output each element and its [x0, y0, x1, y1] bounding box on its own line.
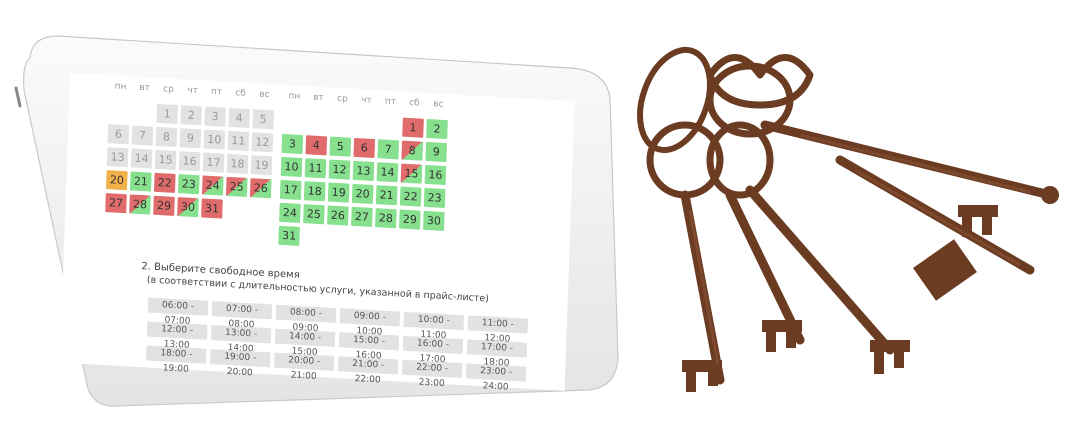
calendar-day[interactable]: 31 [278, 225, 300, 246]
calendar-day[interactable]: 17 [279, 179, 302, 200]
calendar-day[interactable]: 22 [153, 172, 176, 193]
weekday-label: пт [384, 96, 397, 108]
calendar-day[interactable]: 24 [279, 202, 301, 223]
time-slot-button[interactable]: 18:00 - 19:00 [146, 345, 207, 375]
calendar-day[interactable]: 8 [401, 140, 424, 161]
weekday-label: пн [114, 81, 127, 93]
time-slot-button[interactable]: 17:00 - 18:00 [466, 339, 528, 369]
time-slot-button[interactable]: 22:00 - 23:00 [401, 359, 463, 389]
weekday-label: вт [139, 82, 151, 94]
calendar-day[interactable]: 6 [353, 137, 376, 159]
calendar-day[interactable]: 12 [328, 159, 351, 180]
calendar-day[interactable]: 24 [201, 175, 224, 196]
calendar-day[interactable]: 29 [153, 195, 175, 216]
calendar-day[interactable]: 3 [281, 133, 304, 155]
weekday-label: вс [259, 89, 270, 101]
keys-image [637, 46, 1059, 392]
calendar-day: 14 [130, 148, 153, 169]
time-slot-button[interactable]: 23:00 - 24:00 [465, 363, 527, 393]
time-slot-button[interactable]: 21:00 - 22:00 [337, 356, 399, 386]
time-slot-button[interactable]: 07:00 - 08:00 [211, 301, 273, 330]
time-slot-button[interactable]: 14:00 - 15:00 [274, 328, 336, 358]
time-slot-button[interactable]: 11:00 - 12:00 [467, 315, 529, 345]
calendar-day[interactable]: 23 [177, 174, 200, 195]
calendar-day: 5 [252, 109, 274, 130]
calendar-day[interactable]: 19 [327, 182, 350, 203]
calendar-day[interactable]: 4 [305, 135, 328, 156]
calendar-day: 18 [226, 153, 249, 174]
time-slot-button[interactable]: 15:00 - 16:00 [338, 332, 400, 362]
calendar-day[interactable]: 30 [177, 197, 199, 218]
calendar-day: 11 [227, 130, 250, 152]
calendar-day[interactable]: 26 [249, 178, 272, 199]
calendar-day[interactable]: 20 [105, 170, 128, 191]
calendar-day: 2 [180, 105, 203, 126]
time-slot-button[interactable]: 16:00 - 17:00 [402, 335, 464, 365]
calendar-day[interactable]: 16 [424, 164, 447, 186]
calendar-day[interactable]: 1 [402, 117, 424, 138]
calendar-day[interactable]: 13 [352, 160, 375, 182]
calendar-day: 1 [156, 103, 179, 125]
weekday-label: чт [360, 95, 372, 106]
weekday-label: ср [163, 84, 175, 95]
weekday-label: чт [187, 85, 198, 97]
calendar-day: 15 [154, 149, 177, 170]
weekday-label: ср [336, 93, 348, 105]
calendar-day[interactable]: 27 [105, 193, 127, 214]
time-slot-button[interactable]: 09:00 - 10:00 [339, 308, 401, 338]
calendar-day[interactable]: 14 [376, 162, 399, 183]
calendar-day[interactable]: 27 [351, 206, 373, 227]
weekday-label: вс [433, 99, 444, 110]
time-slot-button[interactable]: 12:00 - 13:00 [146, 321, 208, 351]
calendar-day[interactable]: 23 [423, 187, 446, 209]
calendar-day[interactable]: 25 [225, 176, 248, 197]
calendar-day: 13 [106, 147, 129, 168]
time-slot-button[interactable]: 19:00 - 20:00 [210, 349, 271, 378]
calendar-day: 17 [202, 152, 225, 173]
time-slot-button[interactable]: 08:00 - 09:00 [275, 304, 337, 334]
calendar-day[interactable]: 18 [303, 181, 326, 202]
weekday-label: пт [210, 86, 223, 98]
calendar-day: 10 [203, 129, 226, 150]
calendar-day[interactable]: 25 [303, 204, 325, 225]
calendar-day[interactable]: 21 [129, 171, 152, 192]
calendar-day[interactable]: 2 [426, 118, 448, 140]
time-slot-button[interactable]: 10:00 - 11:00 [403, 311, 465, 341]
weekday-label: сб [408, 97, 420, 109]
weekday-label: пн [288, 91, 301, 102]
calendar-day[interactable]: 5 [329, 136, 352, 157]
time-slot-button[interactable]: 20:00 - 21:00 [273, 352, 335, 382]
calendar-day[interactable]: 11 [304, 158, 327, 179]
calendar-day: 12 [251, 132, 274, 153]
booking-screen: пн вт ср чт пт сб вс 1 2 3 4 5 6 7 8 9 10 11 12 13 14 15 16 17 1… [59, 73, 575, 393]
calendar-day[interactable]: 30 [423, 210, 445, 231]
calendar-day[interactable]: 9 [425, 141, 448, 163]
calendar-day: 9 [179, 128, 202, 149]
time-slot-button[interactable]: 06:00 - 07:00 [147, 297, 209, 327]
calendar-day[interactable]: 31 [201, 198, 223, 219]
calendar-day[interactable]: 28 [129, 194, 151, 215]
calendar-day: 4 [228, 107, 250, 129]
calendar-day[interactable]: 29 [399, 209, 421, 230]
calendar-day[interactable]: 20 [351, 183, 374, 204]
calendar-day[interactable]: 22 [399, 186, 422, 207]
calendar-day[interactable]: 15 [400, 163, 423, 184]
calendar-day[interactable]: 28 [375, 208, 397, 229]
calendar-day: 3 [204, 106, 226, 127]
weekday-label: вт [313, 92, 324, 104]
calendar-day[interactable]: 7 [377, 139, 400, 160]
calendar-day: 16 [178, 151, 201, 172]
time-slot-button[interactable]: 13:00 - 14:00 [210, 325, 272, 354]
calendar-day[interactable]: 10 [280, 156, 303, 177]
calendar-day: 6 [107, 124, 130, 145]
calendar-day[interactable]: 21 [375, 185, 398, 206]
calendar-day: 8 [155, 126, 178, 147]
calendar-day[interactable]: 26 [327, 205, 349, 226]
weekday-label: сб [235, 88, 246, 99]
calendar-day: 7 [131, 125, 154, 146]
calendar-day: 19 [250, 155, 273, 176]
